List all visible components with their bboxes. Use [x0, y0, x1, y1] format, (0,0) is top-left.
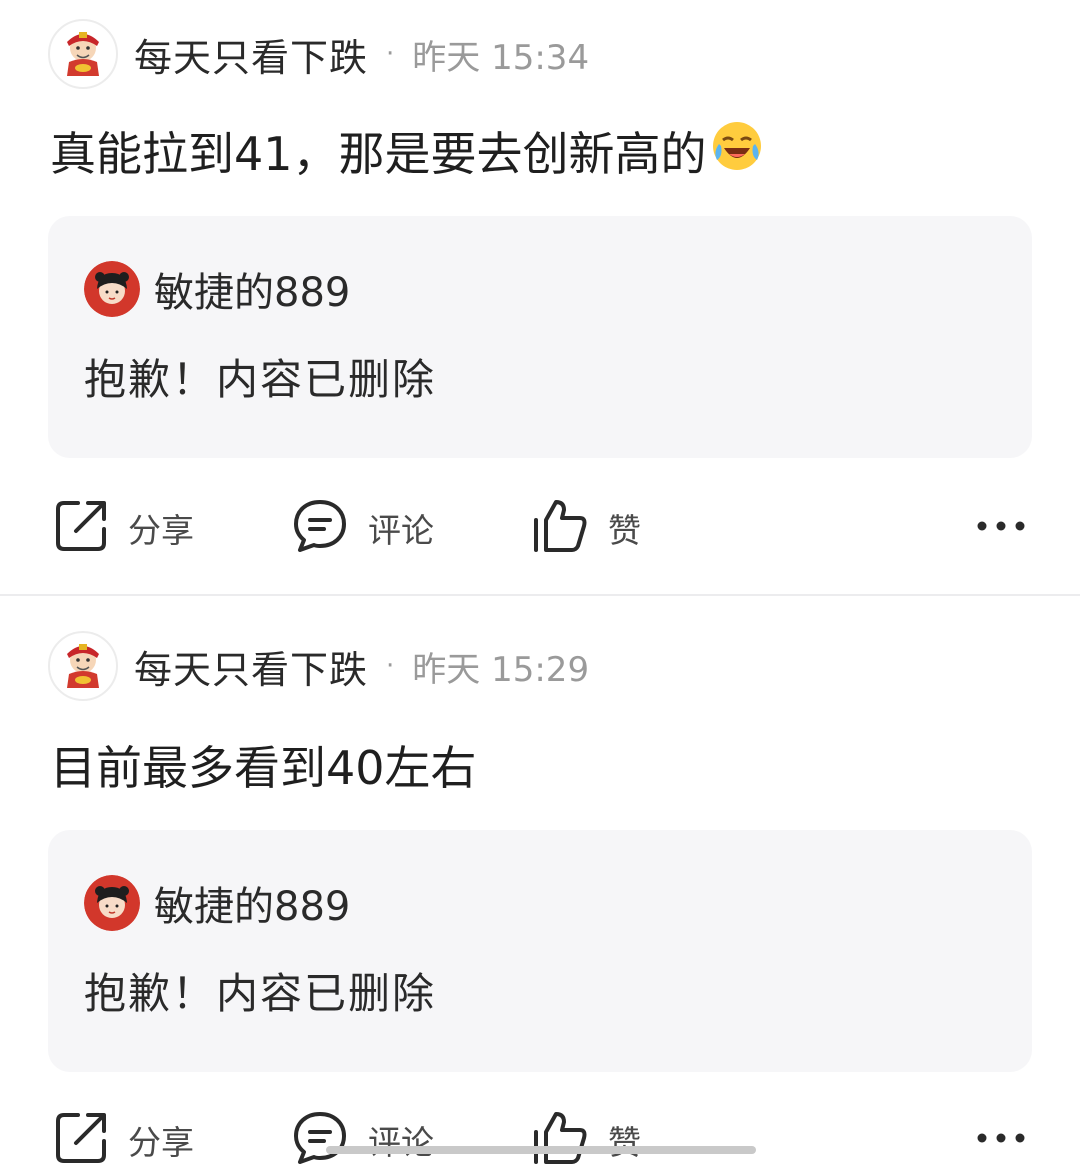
more-dots-icon: [974, 1130, 1028, 1150]
comment-body: 目前最多看到40左右: [50, 741, 477, 795]
comment-icon: [292, 1110, 348, 1170]
timestamp: 昨天 15:29: [412, 649, 590, 690]
quoted-avatar[interactable]: [84, 261, 140, 317]
home-indicator[interactable]: [326, 1146, 756, 1154]
quoted-user: 敏捷的889: [84, 874, 350, 932]
quoted-username[interactable]: 敏捷的889: [154, 260, 350, 318]
author-name[interactable]: 每天只看下跌: [134, 639, 368, 694]
share-button[interactable]: 分享: [54, 1108, 194, 1172]
quoted-text: 抱歉！内容已删除: [84, 355, 437, 404]
thumbs-up-icon: [532, 1110, 588, 1170]
laughing-crying-emoji-icon: [711, 120, 763, 183]
comment-header: 每天只看下跌 · 昨天 15:34: [48, 18, 589, 90]
comment-body: 真能拉到41，那是要去创新高的: [50, 127, 707, 181]
quoted-text: 抱歉！内容已删除: [84, 969, 437, 1018]
timestamp: 昨天 15:34: [412, 37, 590, 78]
share-button[interactable]: 分享: [54, 496, 194, 560]
action-bar: 分享 评论 赞: [0, 1108, 1080, 1172]
share-label: 分享: [128, 511, 194, 550]
quoted-comment[interactable]: 敏捷的889 抱歉！内容已删除: [48, 830, 1032, 1072]
comment-text: 目前最多看到40左右: [50, 732, 477, 798]
action-bar: 分享 评论 赞: [0, 496, 1080, 560]
comment-button[interactable]: 评论: [292, 496, 434, 560]
share-icon: [54, 1111, 108, 1169]
comment-text: 真能拉到41，那是要去创新高的: [50, 118, 763, 184]
more-button[interactable]: [974, 1108, 1028, 1172]
quoted-username[interactable]: 敏捷的889: [154, 874, 350, 932]
quoted-avatar[interactable]: [84, 875, 140, 931]
thumbs-up-icon: [532, 498, 588, 558]
author-name[interactable]: 每天只看下跌: [134, 27, 368, 82]
author-avatar[interactable]: [48, 631, 118, 701]
comment-icon: [292, 498, 348, 558]
comment-button[interactable]: 评论: [292, 1108, 434, 1172]
like-label: 赞: [608, 511, 641, 550]
share-icon: [54, 499, 108, 557]
like-label: 赞: [608, 1123, 641, 1162]
comment-item: 每天只看下跌 · 昨天 15:29 目前最多看到40左右 敏捷的889 抱歉！内…: [0, 596, 1080, 1164]
quoted-comment[interactable]: 敏捷的889 抱歉！内容已删除: [48, 216, 1032, 458]
separator-dot: ·: [386, 651, 395, 681]
more-dots-icon: [974, 518, 1028, 538]
quoted-user: 敏捷的889: [84, 260, 350, 318]
comment-item: 每天只看下跌 · 昨天 15:34 真能拉到41，那是要去创新高的 敏捷的889…: [0, 0, 1080, 595]
comment-label: 评论: [368, 1123, 434, 1162]
comment-header: 每天只看下跌 · 昨天 15:29: [48, 630, 589, 702]
like-button[interactable]: 赞: [532, 496, 641, 560]
separator-dot: ·: [386, 39, 395, 69]
more-button[interactable]: [974, 496, 1028, 560]
author-avatar[interactable]: [48, 19, 118, 89]
comment-label: 评论: [368, 511, 434, 550]
like-button[interactable]: 赞: [532, 1108, 641, 1172]
share-label: 分享: [128, 1123, 194, 1162]
